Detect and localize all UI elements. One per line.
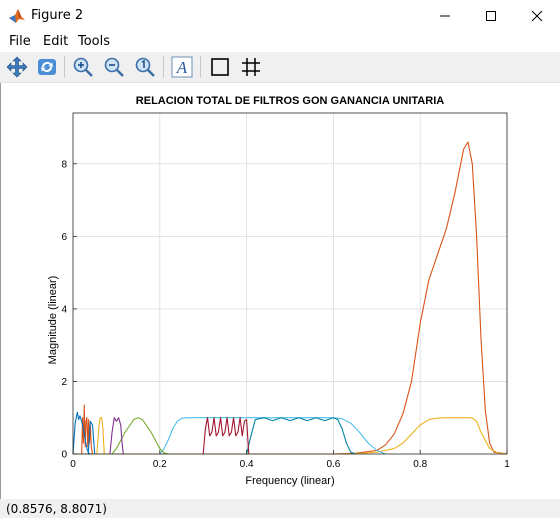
window-border [0, 83, 1, 499]
series-line-teal-3 [246, 417, 356, 455]
zoom-in-icon [73, 57, 93, 77]
box-icon [211, 58, 229, 76]
cursor-coordinates: (0.8576, 8.8071) [6, 502, 107, 516]
toolbar-separator [163, 56, 164, 78]
zoom-out-icon [104, 57, 124, 77]
svg-text:A: A [176, 58, 188, 77]
close-icon [531, 10, 543, 21]
window-title: Figure 2 [31, 8, 84, 23]
grid-icon [242, 58, 260, 76]
x-tick-label: 0.6 [326, 459, 340, 470]
toolbar-separator [200, 56, 201, 78]
toolbar-separator [64, 56, 65, 78]
figure-canvas[interactable]: RELACION TOTAL DE FILTROS GON GANANCIA U… [0, 83, 560, 499]
series-line-red-4 [202, 417, 250, 455]
x-axis-label: Frequency (linear) [245, 475, 334, 487]
chart: RELACION TOTAL DE FILTROS GON GANANCIA U… [47, 95, 510, 487]
text-insert-icon: A [171, 56, 193, 78]
y-tick-label: 6 [61, 232, 67, 243]
close-button[interactable] [514, 0, 560, 31]
zoom-out-button[interactable] [101, 54, 127, 80]
menu-bar: File Edit Tools [0, 31, 560, 52]
rotate-button[interactable] [34, 54, 60, 80]
zoom-in-button[interactable] [70, 54, 96, 80]
x-tick-label: 0.8 [413, 459, 427, 470]
minimize-button[interactable] [422, 0, 468, 31]
series-line-cyan-2 [159, 417, 386, 455]
pan-button[interactable] [4, 54, 30, 80]
status-bar: (0.8576, 8.8071) [0, 499, 560, 518]
y-tick-label: 4 [61, 304, 67, 315]
grid-button[interactable] [238, 54, 264, 80]
pan-icon [6, 56, 28, 78]
menu-edit[interactable]: Edit [43, 34, 68, 49]
y-tick-label: 8 [61, 159, 67, 170]
maximize-button[interactable] [468, 0, 514, 31]
menu-tools[interactable]: Tools [78, 34, 110, 49]
zoom-reset-button[interactable] [132, 54, 158, 80]
y-tick-label: 2 [61, 377, 67, 388]
y-axis-label: Magnitude (linear) [47, 276, 59, 365]
minimize-icon [440, 15, 450, 16]
series-line-yellow-1 [73, 417, 508, 455]
toolbar: A [0, 52, 560, 83]
menu-file[interactable]: File [9, 34, 31, 49]
rotate-icon [38, 59, 56, 75]
text-insert-button[interactable]: A [169, 54, 195, 80]
y-tick-label: 0 [61, 450, 67, 461]
zoom-reset-icon [135, 57, 155, 77]
title-bar: Figure 2 [0, 0, 560, 31]
x-tick-label: 0 [70, 459, 76, 470]
x-tick-label: 0.2 [153, 459, 167, 470]
x-tick-label: 1 [504, 459, 510, 470]
chart-title: RELACION TOTAL DE FILTROS GON GANANCIA U… [136, 95, 444, 107]
series-line-orange-0 [73, 141, 508, 455]
box-button[interactable] [207, 54, 233, 80]
series-line-yellow-7 [96, 417, 105, 455]
matlab-app-icon [9, 9, 25, 23]
maximize-icon [486, 10, 496, 21]
x-tick-label: 0.4 [240, 459, 254, 470]
